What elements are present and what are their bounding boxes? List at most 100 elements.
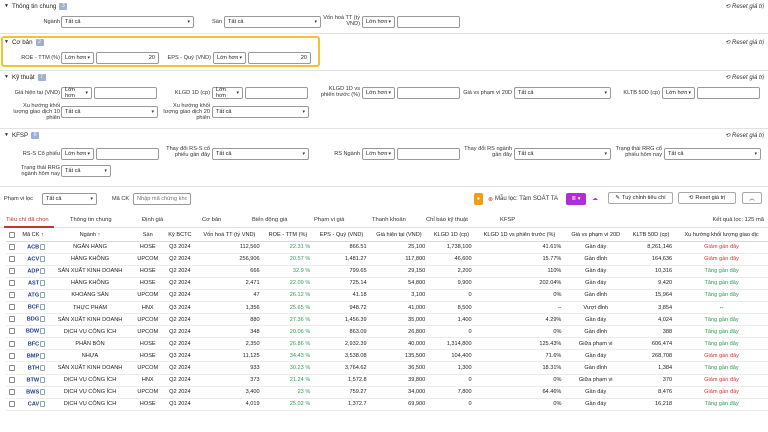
column-header[interactable]: Kỳ BCTC <box>163 230 197 242</box>
ticker-label[interactable]: BTH <box>28 365 40 371</box>
table-row[interactable]: BDG SẢN XUẤT KINH DOANH UPCOM Q2 2024 880 27.… <box>6 313 768 327</box>
ticker-label[interactable]: BDG <box>27 317 39 323</box>
section-header-general[interactable]: ▼ Thông tin chung 3 <box>4 2 68 10</box>
ticker-label[interactable]: ACV <box>27 256 39 262</box>
row-checkbox[interactable] <box>9 328 15 335</box>
column-header[interactable]: Sàn <box>131 230 164 242</box>
column-header[interactable]: KLGD 1D (cp) <box>428 230 475 242</box>
avg-volume-50d-input[interactable] <box>697 87 760 99</box>
tab-valuation[interactable]: Định giá <box>142 217 163 223</box>
table-row[interactable]: BTW DỊCH VỤ CÔNG ÍCH HNX Q2 2024 373 21.24 % 1… <box>6 374 768 387</box>
table-row[interactable]: ACV HÀNG KHÔNG UPCOM Q2 2024 256,906 20.57 % 1… <box>6 253 768 266</box>
rrg-stock-select[interactable]: Tất cả ▾ <box>664 148 761 160</box>
ticker-label[interactable]: BWS <box>26 389 39 395</box>
trend-20-select[interactable]: Tất cả ▾ <box>212 106 309 118</box>
ticker-cell[interactable]: ATG <box>18 289 49 302</box>
ticker-cell[interactable]: BTH <box>18 361 49 375</box>
table-row[interactable]: ADP SẢN XUẤT KINH DOANH HOSE Q2 2024 666 32.9… <box>6 265 768 278</box>
row-checkbox[interactable] <box>9 340 15 347</box>
reset-values-button[interactable]: ⟲ Reset giá trị <box>678 192 736 204</box>
table-row[interactable]: CAV DỊCH VỤ CÔNG ÍCH HOSE Q1 2024 4,019 25.02… <box>6 398 768 411</box>
document-icon[interactable] <box>40 292 46 299</box>
rs-industry-input[interactable] <box>397 148 460 160</box>
eps-operator[interactable]: Lớn hơn ▾ <box>213 52 246 64</box>
ticker-label[interactable]: ACB <box>27 244 39 250</box>
ticker-cell[interactable]: BDG <box>18 313 49 327</box>
ticker-label[interactable]: BFC <box>28 341 40 347</box>
roe-input[interactable]: 20 <box>96 52 159 64</box>
range-20d-select[interactable]: Tất cả ▾ <box>514 87 611 99</box>
tab-technical[interactable]: Chỉ báo kỹ thuật <box>426 217 468 223</box>
tab-price-range[interactable]: Phạm vi giá <box>314 217 344 223</box>
table-row[interactable]: BWS DỊCH VỤ CÔNG ÍCH UPCOM Q2 2024 3,400 23 %… <box>6 386 768 399</box>
avg-volume-50d-operator[interactable]: Lớn hơn ▾ <box>662 87 695 99</box>
eps-input[interactable]: 20 <box>248 52 311 64</box>
document-icon[interactable] <box>40 376 46 383</box>
column-header[interactable]: Ngành ↑ <box>48 230 132 242</box>
ticker-label[interactable]: BCF <box>28 305 40 311</box>
collapse-up-button[interactable]: ︿ <box>742 192 762 204</box>
section-header-technical[interactable]: ▼ Kỹ thuật 7 <box>4 73 46 81</box>
document-icon[interactable] <box>40 328 46 335</box>
ticker-cell[interactable]: BWS <box>18 386 49 399</box>
ticker-cell[interactable]: ACV <box>18 253 49 266</box>
table-row[interactable]: BMP NHỰA HOSE Q3 2024 11,125 34.43 % 3,538.08 1… <box>6 349 768 363</box>
code-input[interactable] <box>133 193 191 205</box>
market-cap-operator[interactable]: Lớn hơn ▾ <box>362 16 395 28</box>
rs-stock-input[interactable] <box>96 148 159 160</box>
row-checkbox[interactable] <box>9 316 15 323</box>
document-icon[interactable] <box>40 280 46 287</box>
document-icon[interactable] <box>40 267 46 274</box>
scope-select[interactable]: Tất cả ▾ <box>42 193 97 205</box>
ticker-cell[interactable]: ADP <box>18 265 49 278</box>
tab-basic[interactable]: Cơ bản <box>202 217 221 223</box>
row-checkbox[interactable] <box>9 292 15 299</box>
tab-price-movement[interactable]: Biến động giá <box>252 217 287 223</box>
column-header[interactable]: KLTB 50D (cp) <box>627 230 676 242</box>
ticker-cell[interactable]: BCF <box>18 301 49 315</box>
rs-industry-change-select[interactable]: Tất cả ▾ <box>514 148 611 160</box>
notification-icon[interactable]: ● <box>474 193 483 205</box>
document-icon[interactable] <box>40 401 46 408</box>
ticker-cell[interactable]: BMP <box>18 349 49 363</box>
volume-1d-input[interactable] <box>245 87 308 99</box>
table-row[interactable]: ACB NGÂN HÀNG HOSE Q3 2024 112,560 22.31 % 866… <box>6 241 768 254</box>
tab-general[interactable]: Thông tin chung <box>70 217 112 223</box>
rs-stock-change-select[interactable]: Tất cả ▾ <box>212 148 309 160</box>
volume-1d-vs-input[interactable] <box>397 87 460 99</box>
rs-industry-operator[interactable]: Lớn hơn ▾ <box>362 148 395 160</box>
ticker-label[interactable]: BMP <box>27 353 39 359</box>
column-header[interactable]: Vốn hoá TT (tỷ VND) <box>196 230 263 242</box>
ticker-label[interactable]: ATG <box>28 293 39 299</box>
roe-operator[interactable]: Lớn hơn ▾ <box>61 52 94 64</box>
document-icon[interactable] <box>40 243 46 250</box>
tab-liquidity[interactable]: Thanh khoản <box>372 217 406 223</box>
close-circle-icon[interactable]: ⊗ <box>488 196 493 203</box>
trend-10-select[interactable]: Tất cả ▾ <box>61 106 158 118</box>
rrg-industry-select[interactable]: Tất cả ▾ <box>61 165 111 177</box>
column-header[interactable]: Mã CK ↑ <box>18 230 49 242</box>
table-row[interactable]: BCF THỰC PHẨM HNX Q3 2024 1,356 25.65 % 948.72… <box>6 301 768 315</box>
row-checkbox[interactable] <box>9 255 15 262</box>
table-row[interactable]: ATG KHOÁNG SẢN UPCOM Q2 2024 47 26.12 % 41.18 3… <box>6 289 768 302</box>
document-icon[interactable] <box>40 352 46 359</box>
column-header[interactable]: EPS - Quý (VND) <box>313 230 370 242</box>
industry-select[interactable]: Tất cả ▾ <box>61 16 194 28</box>
table-row[interactable]: AST HÀNG KHÔNG HOSE Q2 2024 2,471 22.09 % 725.… <box>6 277 768 290</box>
ticker-cell[interactable]: AST <box>18 277 49 290</box>
market-cap-input[interactable] <box>397 16 460 28</box>
document-icon[interactable] <box>40 316 46 323</box>
document-icon[interactable] <box>40 304 46 311</box>
ticker-label[interactable]: BDW <box>26 329 39 335</box>
column-header[interactable]: Giá vs phạm vi 20D <box>564 230 628 242</box>
tab-kfsp[interactable]: KFSP <box>500 217 515 223</box>
document-icon[interactable] <box>40 255 46 262</box>
section-header-kfsp[interactable]: ▼ KFSP 6 <box>4 131 40 139</box>
ticker-label[interactable]: CAV <box>28 402 39 408</box>
ticker-cell[interactable]: BTW <box>18 374 49 387</box>
reset-kfsp-link[interactable]: ⟲ Reset giá trị <box>725 132 764 140</box>
row-checkbox[interactable] <box>9 364 15 371</box>
ticker-cell[interactable]: CAV <box>18 398 49 411</box>
row-checkbox[interactable] <box>9 376 15 383</box>
table-row[interactable]: BDW DỊCH VỤ CÔNG ÍCH UPCOM Q2 2024 348 20.06 … <box>6 325 768 339</box>
